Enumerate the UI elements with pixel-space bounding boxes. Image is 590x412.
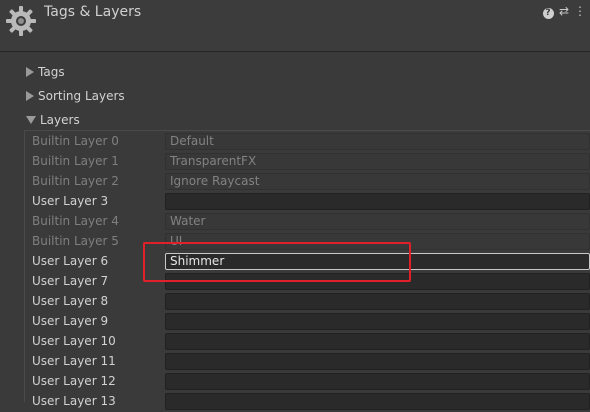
layer-name-field: Water	[165, 213, 590, 230]
foldout-right-icon	[26, 91, 34, 101]
tags-foldout[interactable]: Tags	[26, 63, 65, 81]
layer-label: Builtin Layer 4	[32, 214, 119, 228]
layer-name-field[interactable]	[165, 313, 590, 330]
layer-row: User Layer 8	[25, 292, 590, 312]
layer-label: User Layer 10	[32, 334, 116, 348]
foldout-down-icon	[26, 116, 36, 124]
layer-row: Builtin Layer 2 Ignore Raycast	[25, 172, 590, 192]
layer-row: User Layer 3	[25, 192, 590, 212]
tags-foldout-label: Tags	[38, 65, 65, 79]
layer-name-field: Ignore Raycast	[165, 173, 590, 190]
layer-row: User Layer 12	[25, 372, 590, 392]
layer-label: User Layer 6	[32, 254, 109, 268]
layer-name-field[interactable]	[165, 333, 590, 350]
layer-label: User Layer 13	[32, 394, 116, 408]
sorting-layers-foldout-label: Sorting Layers	[38, 89, 125, 103]
layer-name-field[interactable]	[165, 193, 590, 210]
layer-row: Builtin Layer 4 Water	[25, 212, 590, 232]
layers-foldout[interactable]: Layers	[26, 111, 80, 129]
inspector-title: Tags & Layers	[44, 4, 142, 20]
layer-name-field[interactable]	[165, 373, 590, 390]
layer-name-field: UI	[165, 233, 590, 250]
layer-row: User Layer 9	[25, 312, 590, 332]
layer-row: Builtin Layer 5 UI	[25, 232, 590, 252]
layer-row: User Layer 13	[25, 392, 590, 412]
layer-row: Builtin Layer 0 Default	[25, 132, 590, 152]
layer-row: User Layer 7	[25, 272, 590, 292]
layer-label: Builtin Layer 2	[32, 174, 119, 188]
more-icon[interactable]: ⋮	[574, 4, 586, 18]
foldout-right-icon	[26, 67, 34, 77]
layers-list: Builtin Layer 0 Default Builtin Layer 1 …	[24, 130, 590, 410]
layer-name-field[interactable]	[165, 273, 590, 290]
settings-gear-icon	[5, 5, 37, 37]
layer-label: User Layer 3	[32, 194, 109, 208]
sorting-layers-foldout[interactable]: Sorting Layers	[26, 87, 125, 105]
layer-row: Builtin Layer 1 TransparentFX	[25, 152, 590, 172]
layer-label: Builtin Layer 0	[32, 134, 119, 148]
layer-row: User Layer 11	[25, 352, 590, 372]
layer-name-field: TransparentFX	[165, 153, 590, 170]
layer-name-field[interactable]: Shimmer	[165, 253, 590, 270]
layer-name-field[interactable]	[165, 393, 590, 410]
help-icon[interactable]: ?	[542, 4, 554, 19]
layer-name-field: Default	[165, 133, 590, 150]
layer-label: Builtin Layer 5	[32, 234, 119, 248]
layers-foldout-label: Layers	[40, 113, 80, 127]
layer-name-field[interactable]	[165, 353, 590, 370]
layer-label: User Layer 9	[32, 314, 109, 328]
layer-label: User Layer 8	[32, 294, 109, 308]
layer-name-field[interactable]	[165, 293, 590, 310]
layer-row: User Layer 6 Shimmer	[25, 252, 590, 272]
preset-icon[interactable]: ⇄	[558, 4, 570, 18]
layer-label: User Layer 7	[32, 274, 109, 288]
inspector-header: Tags & Layers ? ⇄ ⋮	[0, 0, 590, 52]
layer-label: User Layer 11	[32, 354, 116, 368]
layer-row: User Layer 10	[25, 332, 590, 352]
layer-label: User Layer 12	[32, 374, 116, 388]
layer-label: Builtin Layer 1	[32, 154, 119, 168]
